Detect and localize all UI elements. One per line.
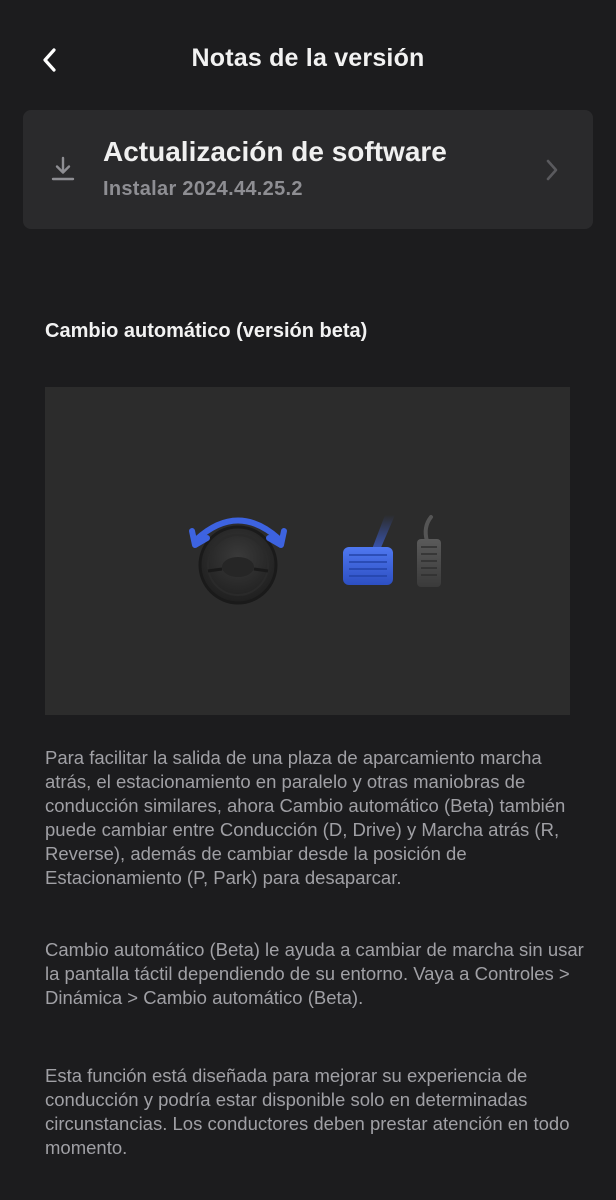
- release-note-paragraph: Cambio automático (Beta) le ayuda a camb…: [45, 939, 584, 1008]
- header: Notas de la versión: [0, 0, 616, 120]
- release-note-paragraph: Esta función está diseñada para mejorar …: [45, 1065, 570, 1158]
- page-title: Notas de la versión: [191, 44, 425, 72]
- update-version: Instalar 2024.44.25.2: [103, 178, 303, 200]
- accelerator-pedal-icon: [417, 515, 441, 587]
- release-note-paragraph: Para facilitar la salida de una plaza de…: [45, 747, 566, 888]
- download-icon: [51, 156, 75, 181]
- software-update-card[interactable]: Actualización de software Instalar 2024.…: [23, 110, 593, 229]
- chevron-right-icon: [546, 159, 558, 181]
- feature-illustration: [45, 387, 570, 715]
- release-note-title: Cambio automático (versión beta): [45, 320, 368, 342]
- steering-wheel-icon: [198, 525, 278, 605]
- update-title: Actualización de software: [103, 136, 447, 167]
- brake-pedal-icon: [343, 515, 395, 585]
